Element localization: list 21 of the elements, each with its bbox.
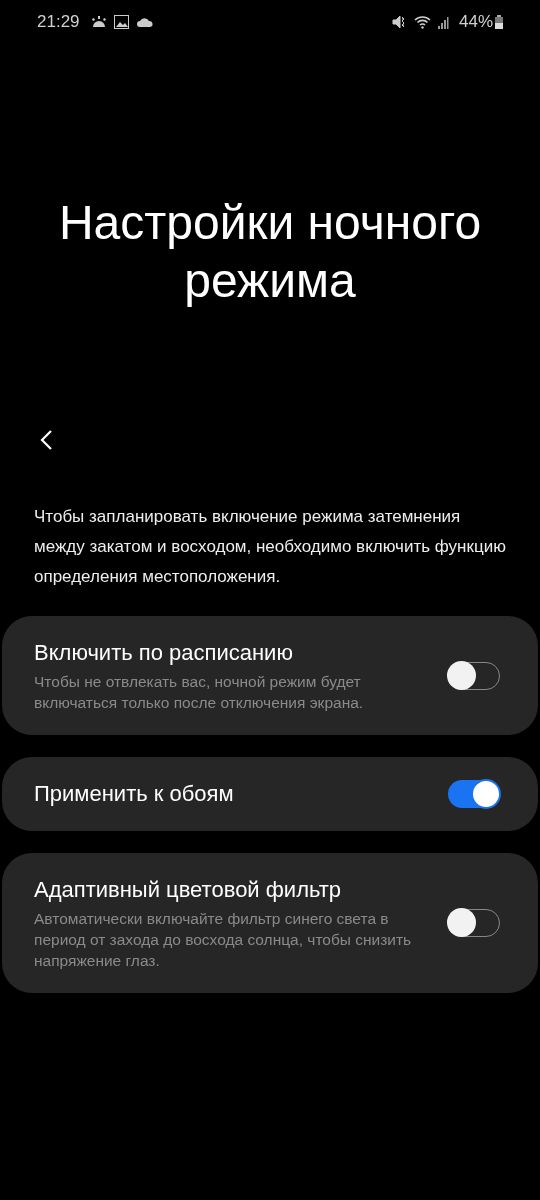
- weather-icon: [89, 15, 108, 29]
- setting-description: Автоматически включайте фильтр синего света в период от захода до восхода солнца, чтобы снизить напряжение глаз.: [34, 909, 413, 971]
- setting-title: Включить по расписанию: [34, 639, 294, 667]
- battery-icon: [495, 15, 503, 29]
- setting-card[interactable]: Применить к обоям: [2, 757, 538, 831]
- description-text: Чтобы запланировать включение режима затемнения между закатом и восходом, необходимо включить функцию определения местоположения.: [33, 506, 507, 588]
- toggle-switch[interactable]: [448, 780, 500, 808]
- page-title: Настройки ночного режима: [57, 195, 483, 309]
- image-icon: [113, 15, 129, 29]
- setting-card[interactable]: Включить по расписанию Чтобы не отвлекать вас, ночной режим будет включаться только после отключения экрана.: [2, 616, 538, 735]
- signal-icon: [436, 15, 449, 29]
- mute-icon: [391, 15, 406, 29]
- status-time: 21:29: [37, 11, 80, 34]
- setting-title: Адаптивный цветовой фильтр: [34, 876, 343, 904]
- setting-card[interactable]: Адаптивный цветовой фильтр Автоматически включайте фильтр синего света в период от захода до восхода солнца, чтобы снизить напряжение глаз.: [2, 853, 538, 993]
- back-icon: [39, 429, 53, 451]
- wifi-icon: [413, 15, 431, 29]
- setting-title: Применить к обоям: [34, 780, 235, 808]
- setting-description: Чтобы не отвлекать вас, ночной режим будет включаться только после отключения экрана.: [34, 672, 365, 713]
- battery-percentage: 44%: [458, 11, 493, 34]
- cloud-icon: [136, 17, 153, 27]
